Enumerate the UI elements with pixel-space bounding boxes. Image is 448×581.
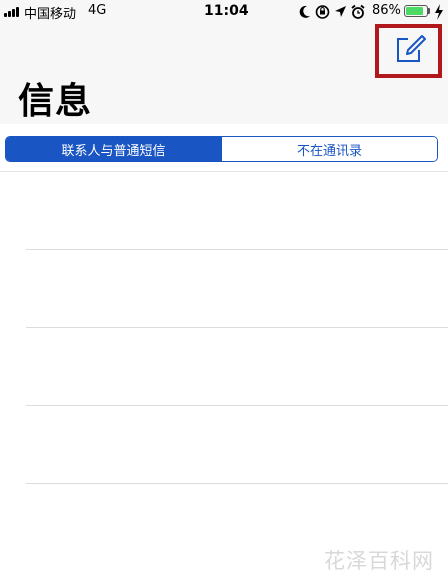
battery-icon	[404, 5, 428, 17]
list-item[interactable]	[0, 172, 448, 250]
message-list	[0, 172, 448, 581]
status-time: 11:04	[204, 3, 249, 19]
messages-screen: 中国移动 4G 11:04 86% 信息 联系人与普通短信 不在通讯录 花泽百科…	[0, 0, 448, 581]
alarm-clock-icon	[351, 4, 365, 19]
segmented-control-bar: 联系人与普通短信 不在通讯录	[0, 124, 448, 172]
rotation-lock-icon	[315, 5, 330, 19]
carrier-name: 中国移动	[24, 7, 77, 22]
battery-level-fill	[406, 7, 424, 15]
battery-cap	[428, 8, 430, 14]
navigation-bar: 信息	[0, 24, 448, 124]
do-not-disturb-moon-icon	[299, 5, 310, 18]
signal-bars-icon	[4, 5, 22, 17]
location-arrow-icon	[335, 6, 346, 17]
network-type: 4G	[88, 3, 107, 18]
page-title: 信息	[18, 81, 93, 122]
battery-percent: 86%	[372, 3, 401, 18]
segmented-control: 联系人与普通短信 不在通讯录	[5, 136, 438, 162]
compose-icon	[397, 35, 426, 62]
tab-contacts-and-sms[interactable]: 联系人与普通短信	[6, 137, 221, 161]
status-bar: 中国移动 4G 11:04 86%	[0, 0, 448, 24]
compose-button[interactable]	[388, 32, 428, 66]
charging-bolt-icon	[435, 4, 443, 20]
tab-unknown-senders[interactable]: 不在通讯录	[221, 137, 437, 161]
list-item[interactable]	[0, 250, 448, 328]
list-item[interactable]	[0, 406, 448, 484]
watermark-text: 花泽百科网	[324, 549, 434, 573]
list-item[interactable]	[0, 328, 448, 406]
